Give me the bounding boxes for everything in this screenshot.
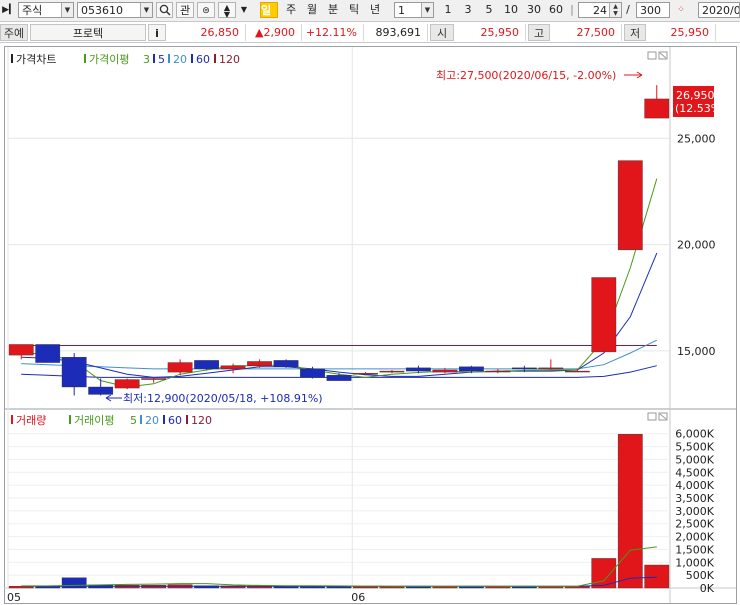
volume-moving-averages <box>21 546 657 587</box>
volume-tick-label: 4,500K <box>675 466 714 479</box>
candle-body <box>8 344 34 356</box>
legend-ma20: 20 <box>173 53 187 66</box>
legend-vol-ma120: 120 <box>191 414 212 427</box>
candle-body <box>88 386 114 395</box>
volume-tick-label: 4,000K <box>675 479 714 492</box>
candles <box>8 85 670 396</box>
candle-body <box>61 357 87 388</box>
candle-body <box>326 375 352 381</box>
legend-ma5: 5 <box>158 53 165 66</box>
price-tick-label: 15,000 <box>677 345 716 358</box>
price-tick-label: 25,000 <box>677 132 716 145</box>
candle-body <box>406 367 431 372</box>
volume-tick-label: 3,000K <box>675 505 714 518</box>
legend-swatch <box>84 54 86 63</box>
candle-body <box>511 367 537 370</box>
min-price-annotation: 최저:12,900(2020/05/18, +108.91%) <box>123 392 323 405</box>
legend-vol-ma20: 20 <box>145 414 159 427</box>
volume-bar <box>644 564 670 589</box>
last-price-label: 26,950 <box>676 89 715 102</box>
volume-tick-label: 2,500K <box>675 518 714 531</box>
candle-body <box>617 160 643 251</box>
volume-tick-label: 1,000K <box>675 556 714 569</box>
volume-y-axis: 0K500K1,000K1,500K2,000K2,500K3,000K3,50… <box>675 428 714 595</box>
candle-body <box>247 361 272 366</box>
price-ma3-line <box>21 178 658 388</box>
candle-body <box>141 378 167 380</box>
volume-tick-label: 500K <box>686 569 715 582</box>
price-moving-averages <box>21 178 658 388</box>
legend-price-ma-title: 가격이평 <box>89 53 129 66</box>
legend-volume-title: 거래량 <box>16 414 46 427</box>
legend-swatch <box>191 54 193 63</box>
volume-tick-label: 5,500K <box>675 441 714 454</box>
volume-tick-label: 0K <box>700 582 715 595</box>
candle-body <box>220 365 246 370</box>
minimize-icon[interactable] <box>647 51 657 60</box>
volume-tick-label: 2,000K <box>675 531 714 544</box>
volume-tick-label: 6,000K <box>675 428 714 441</box>
x-axis: 05 06 <box>7 591 365 604</box>
legend-ma60: 60 <box>196 53 210 66</box>
last-pct-label: (12.53%) <box>675 102 726 115</box>
legend-vol-ma60: 60 <box>168 414 182 427</box>
legend-vol-ma5: 5 <box>130 414 137 427</box>
candle-body <box>485 370 511 373</box>
max-price-annotation: 최고:27,500(2020/06/15, -2.00%) <box>436 69 616 82</box>
candle-body <box>273 360 299 367</box>
volume-pane-buttons <box>647 412 668 421</box>
candle-body <box>114 379 140 389</box>
legend-ma120: 120 <box>219 53 240 66</box>
candle-body <box>459 366 484 372</box>
candle-body <box>564 370 590 373</box>
price-tick-label: 20,000 <box>677 239 716 252</box>
volume-tick-label: 3,500K <box>675 492 714 505</box>
candle-body <box>300 368 325 378</box>
legend-swatch <box>186 415 188 424</box>
legend-price-title: 가격차트 <box>16 53 56 66</box>
minimize-icon[interactable] <box>647 412 657 421</box>
candle-body <box>194 360 219 370</box>
price-legend: 가격차트 가격이평 3 5 20 60 120 <box>11 53 240 66</box>
candle-body <box>353 372 378 375</box>
candle-body <box>379 370 405 373</box>
legend-swatch <box>69 415 71 424</box>
volume-tick-label: 5,000K <box>675 453 714 466</box>
volume-tick-label: 1,500K <box>675 543 714 556</box>
volume-bar <box>617 434 643 589</box>
candle-body <box>35 344 61 363</box>
legend-ma3: 3 <box>143 53 150 66</box>
legend-swatch <box>140 415 142 424</box>
x-tick-label: 05 <box>7 591 21 604</box>
price-ma5-line <box>21 252 658 378</box>
legend-swatch <box>153 54 155 63</box>
candle-body <box>538 367 564 370</box>
price-y-axis: 15,000 20,000 25,000 <box>677 132 716 358</box>
legend-volume-ma-title: 거래이평 <box>74 414 114 427</box>
candle-body <box>591 277 617 353</box>
legend-swatch <box>163 415 165 424</box>
price-ma20-line <box>21 339 658 370</box>
volume-legend: 거래량 거래이평 5 20 60 120 <box>11 414 212 427</box>
volume-ma5-line <box>21 546 657 587</box>
legend-swatch <box>214 54 216 63</box>
legend-swatch <box>11 54 13 63</box>
chart-canvas: 가격차트 가격이평 3 5 20 60 120 거래량 거래이평 5 20 60… <box>4 47 736 604</box>
candle-body <box>644 98 670 119</box>
candle-body <box>167 362 193 373</box>
legend-swatch <box>11 415 13 424</box>
legend-swatch <box>168 54 170 63</box>
x-tick-label: 06 <box>351 591 365 604</box>
candle-body <box>432 369 458 373</box>
price-pane-buttons <box>647 51 668 60</box>
